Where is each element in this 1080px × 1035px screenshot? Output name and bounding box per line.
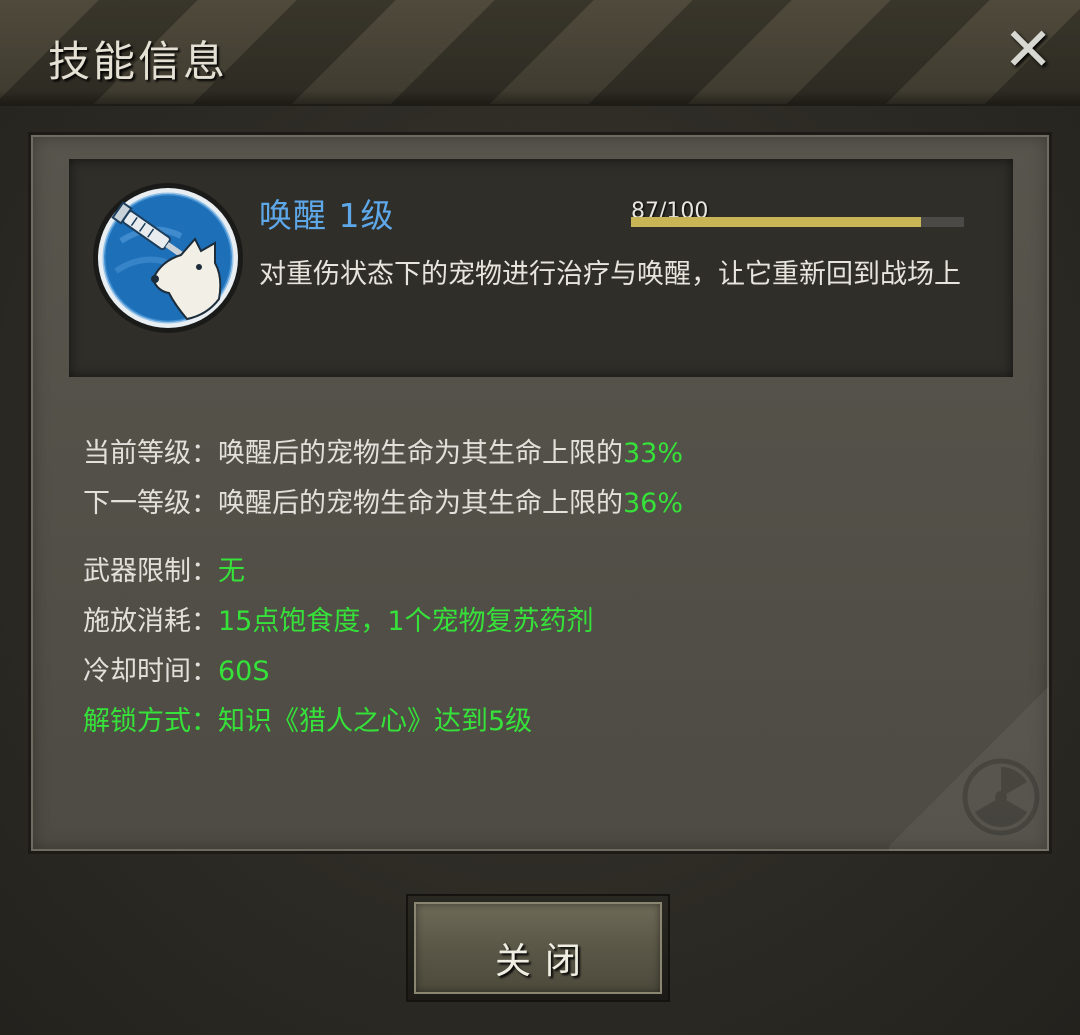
syringe-dog-icon (93, 183, 243, 333)
skill-info-panel: 唤醒 1级 87/100 对重伤状态下的宠物进行治疗与唤醒，让它重新回到战场上 … (28, 132, 1052, 854)
unlock-condition: 解锁方式：知识《猎人之心》达到5级 (83, 706, 533, 737)
radiation-icon (962, 758, 1040, 836)
skill-description: 对重伤状态下的宠物进行治疗与唤醒，让它重新回到战场上 (259, 259, 961, 290)
current-level-label: 当前等级：唤醒后的宠物生命为其生命上限的 (83, 438, 623, 469)
weapon-limit-value: 无 (218, 556, 245, 587)
skill-card: 唤醒 1级 87/100 对重伤状态下的宠物进行治疗与唤醒，让它重新回到战场上 (69, 159, 1013, 377)
cast-cost-value: 15点饱食度，1个宠物复苏药剂 (218, 606, 594, 637)
next-level-line: 下一等级：唤醒后的宠物生命为其生命上限的36% (83, 481, 683, 520)
close-button-face[interactable]: 关闭 (414, 902, 662, 994)
xp-progress-fill (631, 217, 921, 227)
cooldown-line: 冷却时间：60S (83, 649, 270, 688)
xp-progress-bar (631, 217, 964, 227)
cast-cost-line: 施放消耗：15点饱食度，1个宠物复苏药剂 (83, 599, 594, 638)
close-button-label: 关闭 (494, 941, 595, 982)
close-x-icon[interactable]: ✕ (1003, 20, 1053, 80)
cooldown-label: 冷却时间： (83, 656, 218, 687)
current-level-line: 当前等级：唤醒后的宠物生命为其生命上限的33% (83, 431, 683, 470)
close-button[interactable]: 关闭 (406, 894, 670, 1002)
window-title: 技能信息 (48, 37, 229, 86)
header-bar: 技能信息 ✕ (0, 0, 1080, 106)
weapon-limit-label: 武器限制： (83, 556, 218, 587)
weapon-limit-line: 武器限制：无 (83, 549, 245, 588)
current-level-value: 33% (623, 438, 684, 469)
next-level-value: 36% (623, 488, 684, 519)
next-level-label: 下一等级：唤醒后的宠物生命为其生命上限的 (83, 488, 623, 519)
skill-name: 唤醒 1级 (259, 196, 395, 235)
cast-cost-label: 施放消耗： (83, 606, 218, 637)
cooldown-value: 60S (218, 656, 270, 687)
